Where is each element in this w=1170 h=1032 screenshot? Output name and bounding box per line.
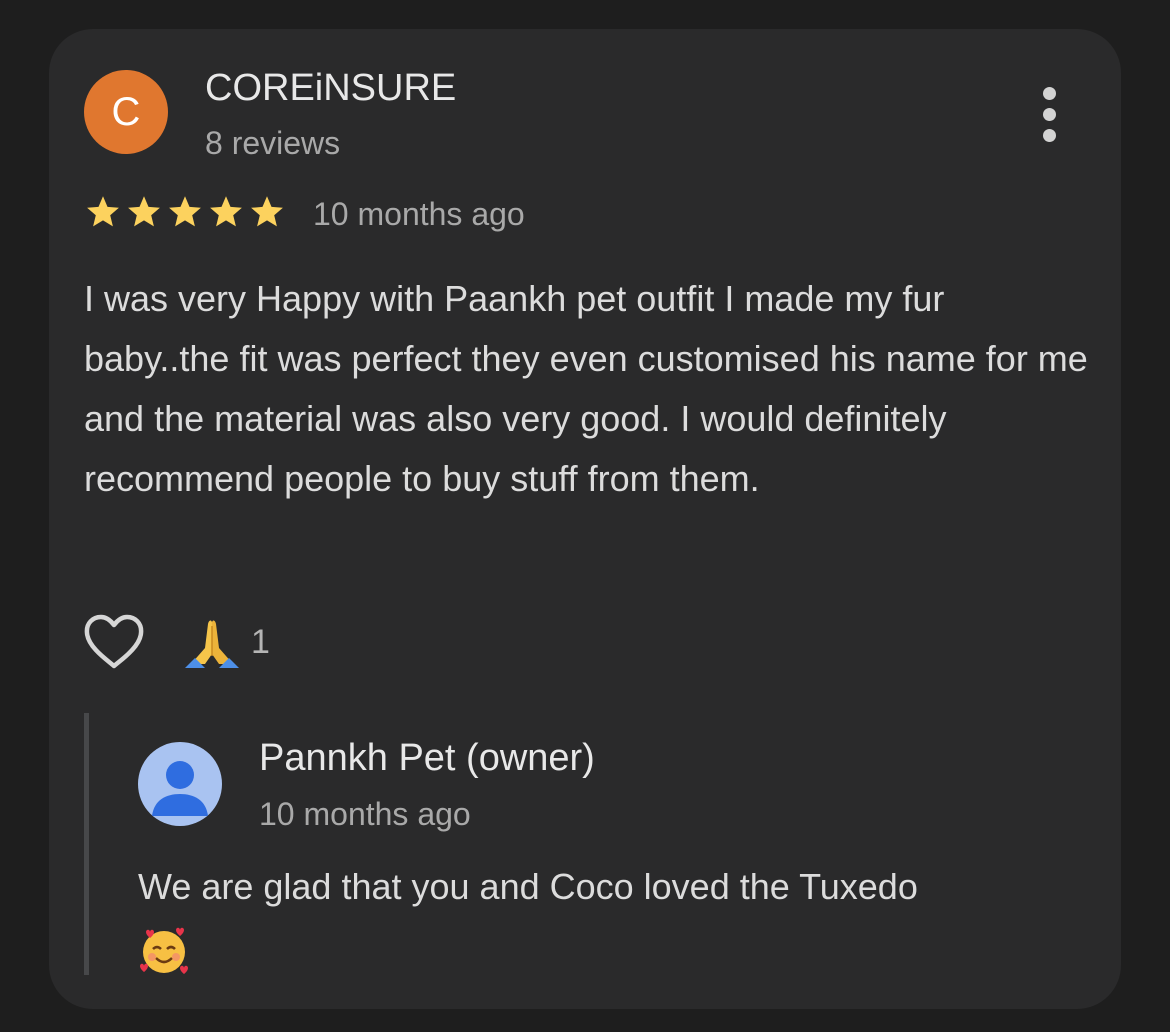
reviewer-avatar-initial: C (111, 90, 141, 134)
person-icon (152, 761, 208, 816)
reviewer-name[interactable]: COREiNSURE (205, 65, 456, 111)
review-time: 10 months ago (313, 196, 525, 232)
star-icon (87, 196, 119, 227)
smiling-face-with-hearts-emoji (140, 928, 188, 975)
reply-divider (84, 713, 89, 975)
reaction-count: 1 (251, 622, 270, 661)
owner-name[interactable]: Pannkh Pet (owner) (259, 735, 595, 781)
owner-reply-text-content: We are glad that you and Coco loved the … (138, 866, 918, 907)
reviewer-review-count: 8 reviews (205, 125, 341, 161)
folded-hands-emoji (185, 620, 239, 668)
owner-avatar[interactable] (138, 742, 222, 826)
reviewer-avatar[interactable]: C (84, 70, 168, 154)
owner-reply-text: We are glad that you and Coco loved the … (138, 857, 1098, 977)
review-card: C COREiNSURE 8 reviews 10 months ago I w… (49, 29, 1121, 1009)
more-options-button[interactable] (1025, 79, 1073, 149)
star-rating (84, 192, 289, 232)
like-button[interactable] (82, 613, 146, 671)
star-icon (251, 196, 283, 227)
star-icon (210, 196, 242, 227)
star-icon (128, 196, 160, 227)
owner-reply-time: 10 months ago (259, 796, 471, 832)
heart-outline-icon (84, 614, 144, 669)
review-text: I was very Happy with Paankh pet outfit … (84, 278, 1088, 499)
more-vertical-icon (1042, 86, 1056, 100)
star-icon (169, 196, 201, 227)
reaction-chip[interactable]: 1 (183, 614, 270, 670)
